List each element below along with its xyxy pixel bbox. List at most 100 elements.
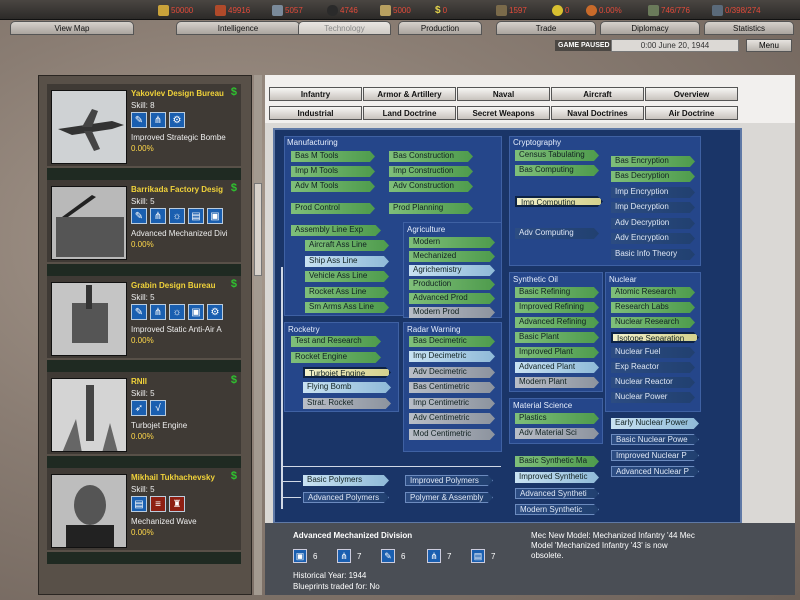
tech-imp-construction[interactable]: Imp Construction [389, 166, 473, 177]
tech-mechanized[interactable]: Mechanized [409, 251, 495, 262]
tech-basic-refining[interactable]: Basic Refining [515, 287, 599, 298]
tech-turbojet-engine[interactable]: Turbojet Engine [303, 367, 391, 378]
category-naval-doctrines[interactable]: Naval Doctrines [551, 106, 644, 120]
tech-basic-plant[interactable]: Basic Plant [515, 332, 599, 343]
tech-bas-m-tools[interactable]: Bas M Tools [291, 151, 375, 162]
tech-mod-centimetric[interactable]: Mod Centimetric [409, 429, 495, 440]
tech-imp-m-tools[interactable]: Imp M Tools [291, 166, 375, 177]
tab-view-map[interactable]: View Map [10, 21, 134, 35]
tech-advanced-refining[interactable]: Advanced Refining [515, 317, 599, 328]
tech-aircraft-ass-line[interactable]: Aircraft Ass Line [305, 240, 389, 251]
tech-basic-nuclear-power[interactable]: Basic Nuclear Powe [611, 434, 699, 445]
category-armor-artillery[interactable]: Armor & Artillery [363, 87, 456, 101]
category-infantry[interactable]: Infantry [269, 87, 362, 101]
team-card[interactable]: Barrikada Factory Desig $ Skill: 5 ✎ ⋔ ☼ ▤ ▣… [47, 180, 241, 262]
category-secret-weapons[interactable]: Secret Weapons [457, 106, 550, 120]
tech-exp-reactor[interactable]: Exp Reactor [611, 362, 695, 373]
tech-nuclear-fuel[interactable]: Nuclear Fuel [611, 347, 695, 358]
tech-rocket-ass-line[interactable]: Rocket Ass Line [305, 287, 389, 298]
tech-advanced-polymers[interactable]: Advanced Polymers [303, 492, 389, 503]
tech-nuclear-reactor[interactable]: Nuclear Reactor [611, 377, 695, 388]
tech-bas-encryption[interactable]: Bas Encryption [611, 156, 695, 167]
tech-adv-construction[interactable]: Adv Construction [389, 181, 473, 192]
category-land-doctrine[interactable]: Land Doctrine [363, 106, 456, 120]
tech-basic-polymers[interactable]: Basic Polymers [303, 475, 389, 486]
tech-early-nuclear-power[interactable]: Early Nuclear Power [611, 418, 699, 429]
tech-adv-decryption[interactable]: Adv Decryption [611, 218, 695, 229]
tech-adv-encryption[interactable]: Adv Encryption [611, 233, 695, 244]
tech-adv-material-sci[interactable]: Adv Material Sci [515, 428, 599, 439]
tech-isotope-separation[interactable]: Isotope Separation [611, 332, 699, 343]
tech-nuclear-power[interactable]: Nuclear Power [611, 392, 695, 403]
menu-button[interactable]: Menu [746, 39, 792, 52]
tab-diplomacy[interactable]: Diplomacy [600, 21, 700, 35]
tech-prod-planning[interactable]: Prod Planning [389, 203, 473, 214]
tech-prod-control[interactable]: Prod Control [291, 203, 375, 214]
tech-bas-centimetric[interactable]: Bas Centimetric [409, 382, 495, 393]
tech-imp-centimetric[interactable]: Imp Centimetric [409, 398, 495, 409]
teams-scrollbar[interactable] [254, 75, 262, 595]
connector [281, 267, 283, 509]
tech-advanced-synthetic[interactable]: Advanced Syntheti [515, 488, 599, 499]
tech-plastics[interactable]: Plastics [515, 413, 599, 424]
tech-strat-rocket[interactable]: Strat. Rocket [303, 398, 391, 409]
tech-bas-decimetric[interactable]: Bas Decimetric [409, 336, 495, 347]
tech-nuclear-research[interactable]: Nuclear Research [611, 317, 695, 328]
tech-polymer-assembly[interactable]: Polymer & Assembly [405, 492, 493, 503]
tech-vehicle-ass-line[interactable]: Vehicle Ass Line [305, 271, 389, 282]
team-card[interactable]: Yakovlev Design Bureau $ Skill: 8 ✎ ⋔ ⚙ Im… [47, 84, 241, 166]
tech-modern-plant[interactable]: Modern Plant [515, 377, 599, 388]
tech-modern[interactable]: Modern [409, 237, 495, 248]
tech-advanced-plant[interactable]: Advanced Plant [515, 362, 599, 373]
tech-adv-computing[interactable]: Adv Computing [515, 228, 599, 239]
team-card[interactable]: RNII $ Skill: 5 ➶ √ Turbojet Engine 0.00% [47, 372, 241, 454]
tech-test-research[interactable]: Test and Research [291, 336, 381, 347]
tech-bas-decryption[interactable]: Bas Decryption [611, 171, 695, 182]
tech-improved-synthetic[interactable]: Improved Synthetic [515, 472, 599, 483]
scroll-thumb[interactable] [254, 183, 262, 276]
team-card[interactable]: Grabin Design Bureau $ Skill: 5 ✎ ⋔ ☼ ▣ ⚙ Im… [47, 276, 241, 358]
tech-flying-bomb[interactable]: Flying Bomb [303, 382, 391, 393]
tech-basic-synthetic[interactable]: Basic Synthetic Ma [515, 456, 599, 467]
tech-imp-decimetric[interactable]: Imp Decimetric [409, 351, 495, 362]
category-aircraft[interactable]: Aircraft [551, 87, 644, 101]
category-overview[interactable]: Overview [645, 87, 738, 101]
tech-adv-centimetric[interactable]: Adv Centimetric [409, 413, 495, 424]
tech-modern-synthetic[interactable]: Modern Synthetic [515, 504, 599, 515]
tech-sm-arms-ass-line[interactable]: Sm Arms Ass Line [305, 302, 389, 313]
tech-adv-decimetric[interactable]: Adv Decimetric [409, 367, 495, 378]
tech-basic-info-theory[interactable]: Basic Info Theory [611, 249, 695, 260]
tech-bas-construction[interactable]: Bas Construction [389, 151, 473, 162]
tech-imp-computing[interactable]: Imp Computing [515, 196, 603, 207]
tech-atomic-research[interactable]: Atomic Research [611, 287, 695, 298]
tech-improved-nuclear-power[interactable]: Improved Nuclear P [611, 450, 699, 461]
tech-improved-plant[interactable]: Improved Plant [515, 347, 599, 358]
tech-assembly-line[interactable]: Assembly Line Exp [291, 225, 381, 236]
category-naval[interactable]: Naval [457, 87, 550, 101]
tech-imp-encryption[interactable]: Imp Encryption [611, 187, 695, 198]
category-industrial[interactable]: Industrial [269, 106, 362, 120]
category-air-doctrine[interactable]: Air Doctrine [645, 106, 738, 120]
tech-research-labs[interactable]: Research Labs [611, 302, 695, 313]
tech-advanced-nuclear-power[interactable]: Advanced Nuclear P [611, 466, 699, 477]
tech-census-tabulating[interactable]: Census Tabulating [515, 150, 599, 161]
tab-technology[interactable]: Technology [298, 21, 391, 35]
tech-bas-computing[interactable]: Bas Computing [515, 165, 599, 176]
tech-info-title: Advanced Mechanized Division [293, 531, 413, 540]
tab-statistics[interactable]: Statistics [704, 21, 794, 35]
tech-adv-m-tools[interactable]: Adv M Tools [291, 181, 375, 192]
team-skill: Skill: 5 [131, 197, 155, 206]
tech-ship-ass-line[interactable]: Ship Ass Line [305, 256, 389, 267]
tech-imp-decryption[interactable]: Imp Decryption [611, 202, 695, 213]
tech-advanced-prod[interactable]: Advanced Prod [409, 293, 495, 304]
tech-agrichemistry[interactable]: Agrichemistry [409, 265, 495, 276]
tech-rocket-engine[interactable]: Rocket Engine [291, 352, 381, 363]
tech-improved-refining[interactable]: Improved Refining [515, 302, 599, 313]
tech-improved-polymers[interactable]: Improved Polymers [405, 475, 493, 486]
tech-production[interactable]: Production [409, 279, 495, 290]
tab-trade[interactable]: Trade [496, 21, 596, 35]
team-card[interactable]: Mikhail Tukhachevsky $ Skill: 5 ▤ ≡ ♜ Mech… [47, 468, 241, 550]
tech-modern-prod[interactable]: Modern Prod [409, 307, 495, 318]
tab-production[interactable]: Production [398, 21, 482, 35]
tab-intelligence[interactable]: Intelligence [176, 21, 300, 35]
